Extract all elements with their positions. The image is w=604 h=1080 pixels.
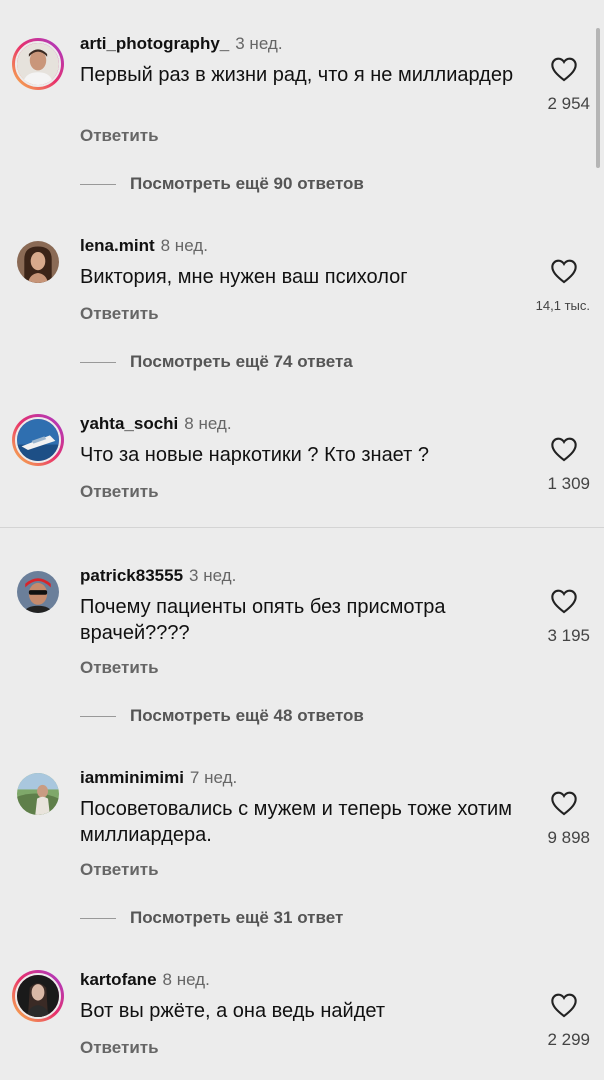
timestamp: 3 нед. <box>235 34 283 53</box>
view-more-replies-button[interactable]: Посмотреть ещё 74 ответа <box>80 352 353 372</box>
comment-text: Виктория, мне нужен ваш психолог <box>80 266 408 288</box>
like-count: 1 309 <box>547 474 590 493</box>
divider-line <box>80 184 116 186</box>
heart-icon[interactable] <box>550 258 578 284</box>
view-more-replies-button[interactable]: Посмотреть ещё 48 ответов <box>80 706 364 726</box>
reply-button[interactable]: Ответить <box>80 304 159 324</box>
heart-icon[interactable] <box>550 790 578 816</box>
comment-text: Вот вы ржёте, а она ведь найдет <box>80 1000 385 1022</box>
comment-text: Почему пациенты опять без присмотра врач… <box>80 596 446 644</box>
comment-text: Посоветовались с мужем и теперь тоже хот… <box>80 798 512 846</box>
timestamp: 8 нед. <box>160 236 208 255</box>
like-count: 14,1 тыс. <box>535 298 590 313</box>
username[interactable]: yahta_sochi <box>80 414 178 433</box>
view-more-label: Посмотреть ещё 31 ответ <box>130 908 344 927</box>
view-more-replies-button[interactable]: Посмотреть ещё 31 ответ <box>80 908 343 928</box>
avatar-photo <box>17 571 59 613</box>
avatar-photo <box>17 241 59 283</box>
like-count: 9 898 <box>547 828 590 847</box>
reply-button[interactable]: Ответить <box>80 482 159 502</box>
comment-text: Первый раз в жизни рад, что я не миллиар… <box>80 64 514 86</box>
section-divider <box>0 527 604 528</box>
comment-text: Что за новые наркотики ? Кто знает ? <box>80 444 429 466</box>
reply-button[interactable]: Ответить <box>80 126 159 146</box>
view-more-label: Посмотреть ещё 90 ответов <box>130 174 364 193</box>
username[interactable]: arti_photography_ <box>80 34 229 53</box>
avatar[interactable] <box>12 566 64 618</box>
avatar-photo <box>17 773 59 815</box>
timestamp: 3 нед. <box>189 566 237 585</box>
like-count: 3 195 <box>547 626 590 645</box>
view-more-label: Посмотреть ещё 48 ответов <box>130 706 364 725</box>
heart-icon[interactable] <box>550 588 578 614</box>
scrollbar[interactable] <box>596 28 600 168</box>
reply-button[interactable]: Ответить <box>80 658 159 678</box>
view-more-replies-button[interactable]: Посмотреть ещё 90 ответов <box>80 174 364 194</box>
divider-line <box>80 716 116 718</box>
avatar-photo <box>17 43 59 85</box>
username[interactable]: kartofane <box>80 970 157 989</box>
reply-button[interactable]: Ответить <box>80 1038 159 1058</box>
like-count: 2 299 <box>547 1030 590 1049</box>
username[interactable]: lena.mint <box>80 236 155 255</box>
heart-icon[interactable] <box>550 992 578 1018</box>
avatar[interactable] <box>12 970 64 1022</box>
heart-icon[interactable] <box>550 436 578 462</box>
avatar-photo <box>17 419 59 461</box>
timestamp: 8 нед. <box>184 414 232 433</box>
heart-icon[interactable] <box>550 56 578 82</box>
username[interactable]: iamminimimi <box>80 768 184 787</box>
username[interactable]: patrick83555 <box>80 566 183 585</box>
like-count: 2 954 <box>547 94 590 113</box>
divider-line <box>80 362 116 364</box>
avatar[interactable] <box>12 38 64 90</box>
avatar-photo <box>17 975 59 1017</box>
reply-button[interactable]: Ответить <box>80 860 159 880</box>
avatar[interactable] <box>12 414 64 466</box>
view-more-label: Посмотреть ещё 74 ответа <box>130 352 353 371</box>
timestamp: 7 нед. <box>189 768 238 787</box>
timestamp: 8 нед. <box>162 970 210 989</box>
divider-line <box>80 918 116 920</box>
avatar[interactable] <box>12 236 64 288</box>
avatar[interactable] <box>12 768 64 820</box>
